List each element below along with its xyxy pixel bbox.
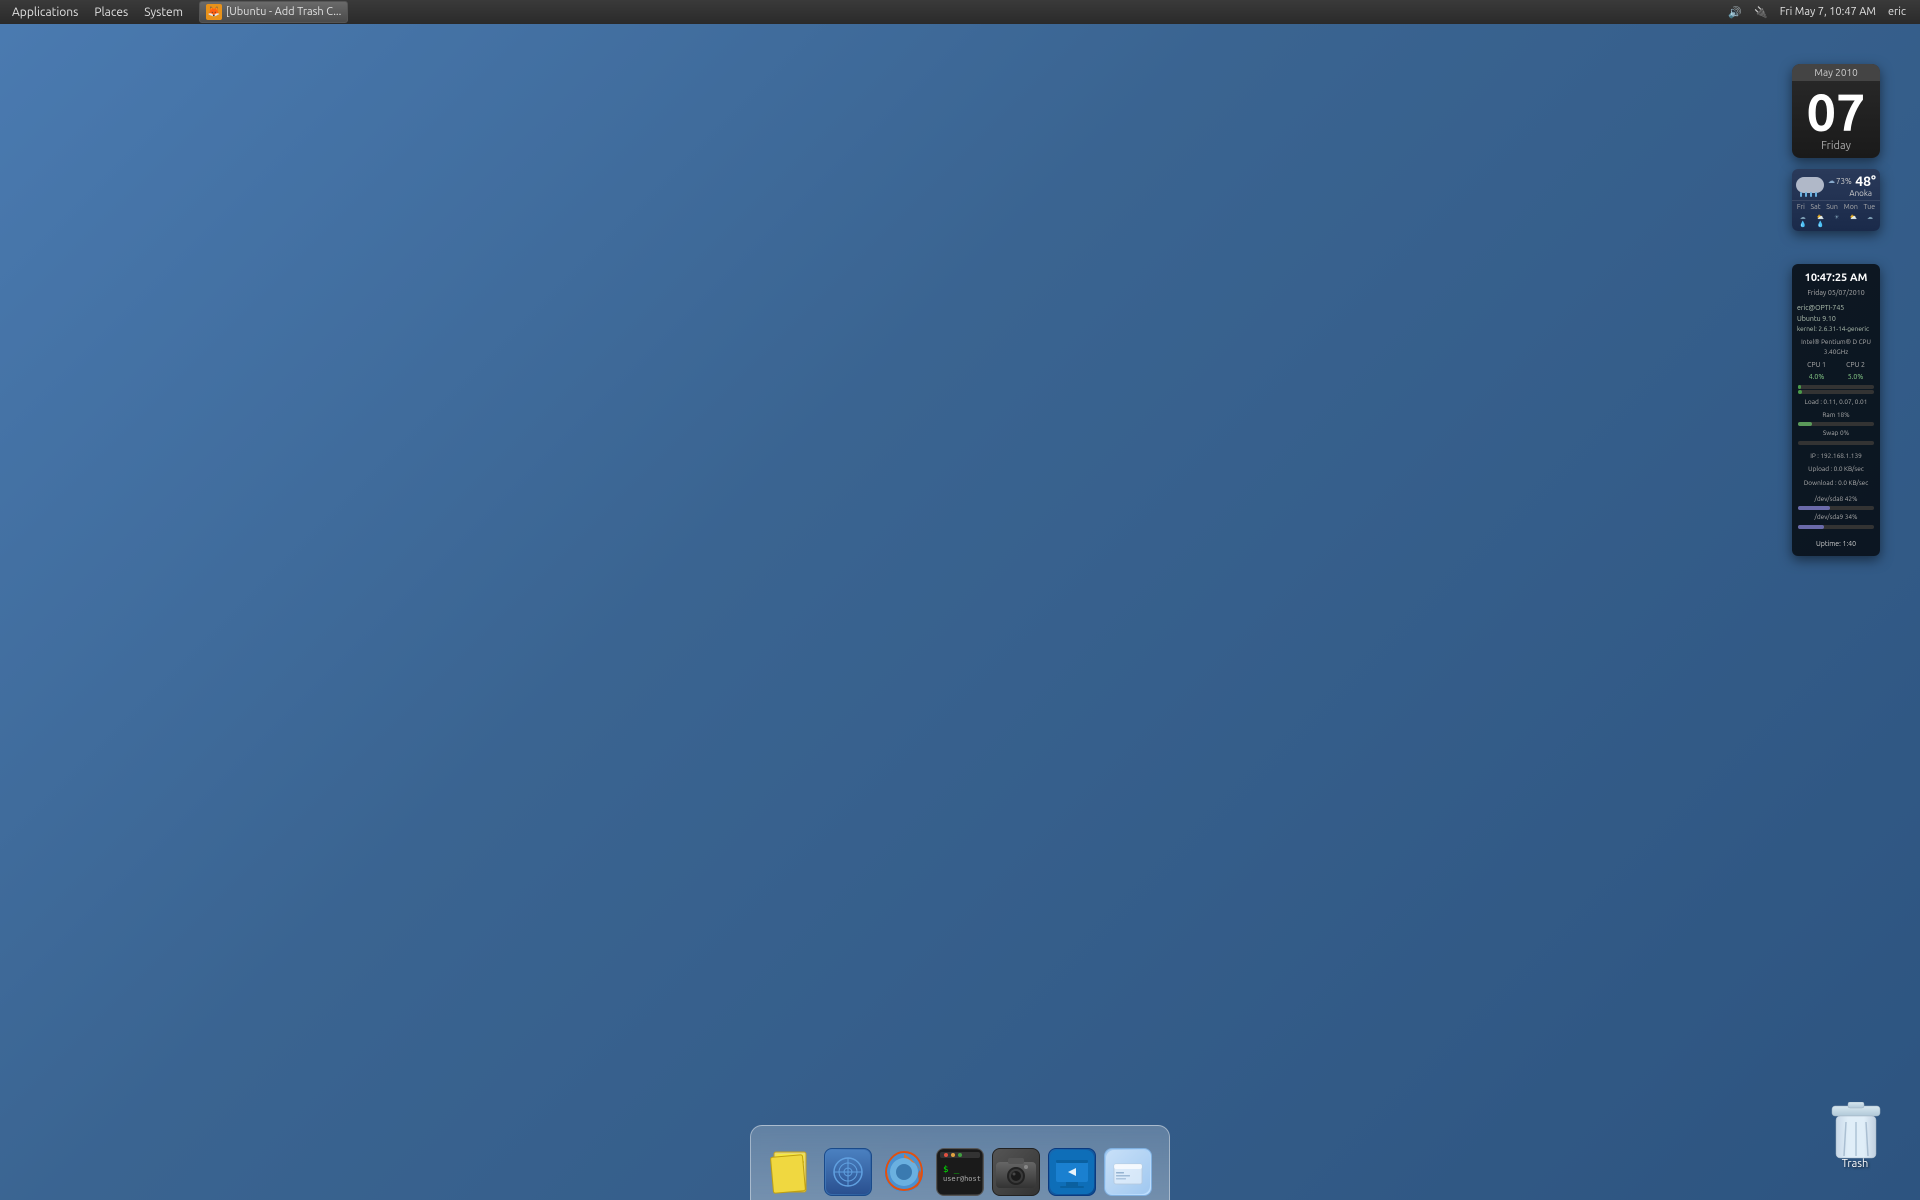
panel-right-area: 🔊 🔌 Fri May 7, 10:47 AM eric [1724, 0, 1916, 24]
sysmon-cpu1-val: 4.0% [1807, 372, 1826, 383]
dock-icon-teamviewer[interactable] [1046, 1146, 1098, 1198]
glass-icon [1104, 1148, 1152, 1196]
glass-svg-icon [1106, 1150, 1150, 1194]
weather-temperature: 48° [1855, 173, 1876, 189]
dock-icon-camera[interactable] [990, 1146, 1042, 1198]
menu-places[interactable]: Places [86, 0, 136, 24]
calendar-weekday: Friday [1792, 140, 1880, 158]
volume-icon: 🔊 [1728, 6, 1742, 19]
sysmon-ip: IP : 192.168.1.139 [1797, 452, 1875, 462]
window-icon: 🦊 [206, 4, 222, 20]
sysmon-widget[interactable]: 10:47:25 AM Friday 05/07/2010 eric@OPTI-… [1792, 264, 1880, 556]
dock-icon-network[interactable] [822, 1146, 874, 1198]
top-panel: Applications Places System 🦊 [Ubuntu - A… [0, 0, 1920, 24]
sysmon-ram-bar [1798, 422, 1874, 426]
weather-icon [1796, 175, 1824, 197]
sysmon-disk1: /dev/sda8 42% [1797, 495, 1875, 505]
camera-icon [992, 1148, 1040, 1196]
menu-system[interactable]: System [136, 0, 191, 24]
sysmon-cpu2-bar [1798, 390, 1874, 394]
dock-icon-firefox[interactable] [878, 1146, 930, 1198]
network-icon [824, 1148, 872, 1196]
sysmon-load: Load : 0.11, 0.07, 0.01 [1797, 398, 1875, 408]
desktop: May 2010 07 Friday ☁ 73% [0, 24, 1920, 1200]
dock: $ _ user@host [746, 1146, 1174, 1200]
menu-applications[interactable]: Applications [4, 0, 86, 24]
network-svg-icon [826, 1150, 870, 1194]
volume-control[interactable]: 🔊 [1724, 6, 1746, 19]
trash-can [1830, 1102, 1880, 1154]
svg-text:user@host: user@host [943, 1175, 981, 1183]
window-button-firefox[interactable]: 🦊 [Ubuntu - Add Trash C... [199, 1, 348, 23]
terminal-svg-icon: $ _ user@host [938, 1150, 982, 1194]
sysmon-os: Ubuntu 9.10 [1797, 314, 1875, 325]
network-icon: 🔌 [1754, 6, 1768, 19]
sysmon-ram: Ram 18% [1797, 411, 1875, 421]
calendar-month: May 2010 [1792, 64, 1880, 81]
sysmon-time: 10:47:25 AM [1797, 270, 1875, 288]
teamviewer-icon [1048, 1148, 1096, 1196]
sysmon-kernel: kernel: 2.6.31-14-generic [1797, 325, 1875, 335]
sysmon-date: Friday 05/07/2010 [1797, 288, 1875, 299]
sysmon-cpu-row: CPU 1 4.0% CPU 2 5.0% [1797, 360, 1875, 382]
forecast-sat: Sat [1811, 203, 1821, 211]
sysmon-cpu2-val: 5.0% [1846, 372, 1865, 383]
trash-icon[interactable]: Trash [1830, 1102, 1880, 1170]
weather-widget[interactable]: ☁ 73% 48° Anoka Fri Sat Sun Mon Tue ☁💧 ⛅… [1792, 169, 1880, 231]
calendar-widget[interactable]: May 2010 07 Friday [1792, 64, 1880, 158]
sysmon-swap-bar [1798, 441, 1874, 445]
terminal-icon: $ _ user@host [936, 1148, 984, 1196]
firefox-svg-icon [882, 1150, 926, 1194]
notes-icon [768, 1148, 816, 1196]
forecast-tue: Tue [1864, 203, 1876, 211]
trash-svg [1830, 1102, 1882, 1160]
dock-icon-glass[interactable] [1102, 1146, 1154, 1198]
sysmon-upload: Upload : 0.0 KB/sec [1797, 465, 1875, 475]
weather-main: ☁ 73% 48° Anoka [1792, 169, 1880, 200]
dock-icon-notes[interactable] [766, 1146, 818, 1198]
sysmon-cpu-model: Intel® Pentium® D CPU 3.40GHz [1797, 338, 1875, 359]
svg-text:$ _: $ _ [943, 1165, 960, 1175]
sysmon-cpu1-label: CPU 1 [1807, 360, 1826, 371]
forecast-fri: Fri [1797, 203, 1805, 211]
network-indicator[interactable]: 🔌 [1750, 6, 1772, 19]
calendar-day: 07 [1792, 81, 1880, 140]
weather-city: Anoka [1828, 189, 1876, 198]
window-title: [Ubuntu - Add Trash C... [226, 6, 341, 18]
firefox-icon [880, 1148, 928, 1196]
sysmon-hostname: eric@OPTI-745 [1797, 303, 1875, 314]
camera-svg-icon [994, 1150, 1038, 1194]
user-display[interactable]: eric [1884, 6, 1910, 18]
datetime-display[interactable]: Fri May 7, 10:47 AM [1776, 6, 1880, 18]
teamviewer-svg-icon [1050, 1150, 1094, 1194]
sysmon-disk2-bar [1798, 525, 1874, 529]
sysmon-download: Download : 0.0 KB/sec [1797, 479, 1875, 489]
forecast-sun: Sun [1826, 203, 1838, 211]
sysmon-disk2: /dev/sda9 34% [1797, 513, 1875, 523]
notes-svg-icon [770, 1150, 814, 1194]
sysmon-cpu2-label: CPU 2 [1846, 360, 1865, 371]
sysmon-swap: Swap 0% [1797, 429, 1875, 439]
weather-forecast: Fri Sat Sun Mon Tue [1792, 200, 1880, 213]
sysmon-cpu1-bar [1798, 385, 1874, 389]
sysmon-uptime: Uptime: 1:40 [1797, 539, 1875, 550]
forecast-mon: Mon [1844, 203, 1858, 211]
sysmon-disk1-bar [1798, 506, 1874, 510]
dock-icon-terminal[interactable]: $ _ user@host [934, 1146, 986, 1198]
